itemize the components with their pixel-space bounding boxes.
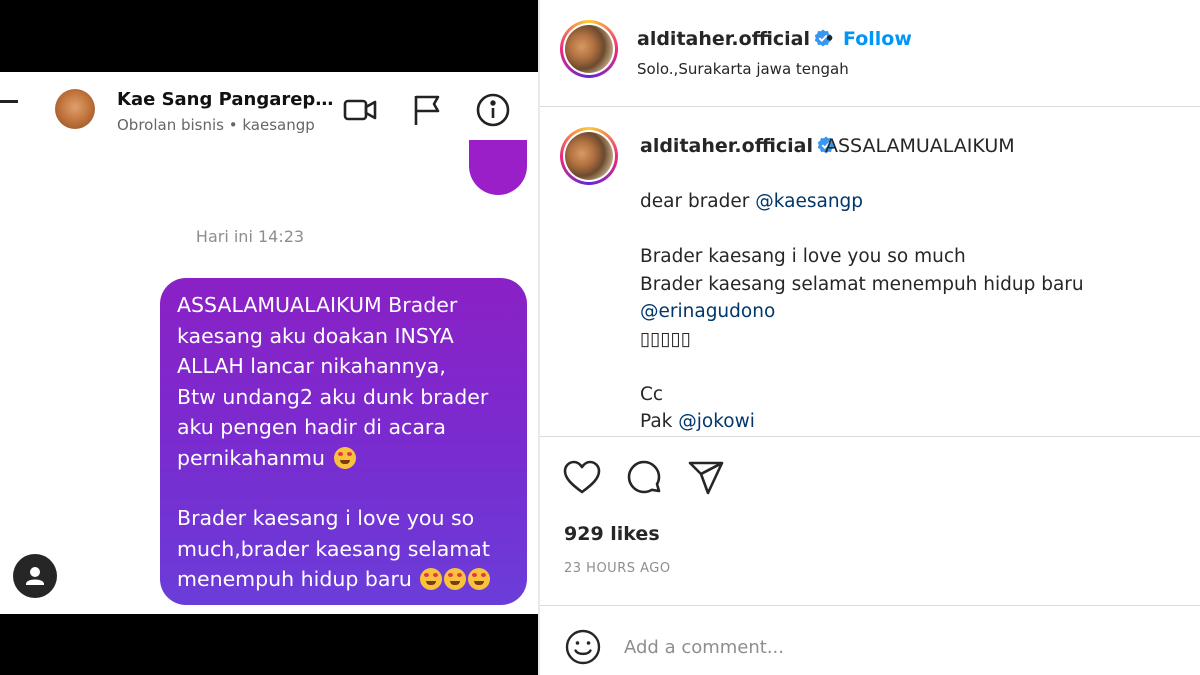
caption-username[interactable]: alditaher.official xyxy=(640,135,835,157)
caption-username-text[interactable]: alditaher.official xyxy=(640,135,813,157)
contact-avatar[interactable] xyxy=(55,89,95,129)
profile-avatar[interactable] xyxy=(560,20,618,78)
smiling-hearts-emoji-icon xyxy=(468,568,491,590)
dm-screenshot-panel: Kae Sang Pangarep… Obrolan bisnis • kaes… xyxy=(0,0,538,675)
contact-name[interactable]: Kae Sang Pangarep… xyxy=(117,89,333,110)
comment-icon[interactable] xyxy=(624,458,664,498)
likes-count[interactable]: 929 likes xyxy=(564,523,660,545)
mention-link[interactable]: @kaesangp xyxy=(755,191,863,212)
emoji-picker-icon[interactable] xyxy=(564,628,602,666)
message-line: menempuh hidup baru xyxy=(177,567,412,591)
message-line: ASSALAMUALAIKUM Brader xyxy=(177,293,458,317)
caption-line: Pak @jokowi xyxy=(640,408,1084,436)
smiling-hearts-emoji-icon xyxy=(444,568,467,590)
message-line: much,brader kaesang selamat xyxy=(177,536,490,561)
smiling-hearts-emoji-icon xyxy=(333,446,356,469)
message-line: ALLAH lancar nikahannya, xyxy=(177,354,446,378)
message-line-emoji: menempuh hidup baru xyxy=(177,564,513,595)
post-username[interactable]: alditaher.official xyxy=(637,28,832,50)
separator-dot: • xyxy=(824,28,836,50)
previous-message-bubble xyxy=(469,140,527,195)
black-bar-bottom xyxy=(0,614,538,675)
post-time-ago: 23 HOURS AGO xyxy=(564,561,671,576)
mention-link[interactable]: @jokowi xyxy=(678,411,755,432)
comment-input[interactable] xyxy=(624,632,1164,662)
caption-first-line: ASSALAMUALAIKUM xyxy=(825,135,1015,157)
follow-button[interactable]: Follow xyxy=(843,28,912,50)
caption-text: Pak xyxy=(640,411,679,432)
heart-icon[interactable] xyxy=(562,458,602,498)
message-bubble[interactable]: ASSALAMUALAIKUM Brader kaesang aku doaka… xyxy=(160,278,527,605)
caption-text: dear brader xyxy=(640,191,756,212)
share-icon[interactable] xyxy=(686,458,726,498)
message-line: aku pengen hadir di acara xyxy=(177,415,446,439)
post-username-text[interactable]: alditaher.official xyxy=(637,28,810,50)
comment-divider xyxy=(540,605,1200,606)
black-bar-top xyxy=(0,0,538,72)
message-line: kaesang aku doakan INSYA xyxy=(177,323,454,348)
caption-line: Brader kaesang i love you so much xyxy=(640,246,966,267)
caption-line: dear brader @kaesangp xyxy=(640,188,1084,216)
caption-body: dear brader @kaesangp Brader kaesang i l… xyxy=(640,188,1084,436)
message-line: pernikahanmu xyxy=(177,445,325,470)
video-call-icon[interactable] xyxy=(342,92,378,128)
back-arrow-icon[interactable] xyxy=(0,100,18,103)
message-line: Brader kaesang i love you so xyxy=(177,506,475,530)
post-location[interactable]: Solo.,Surakarta jawa tengah xyxy=(637,60,849,78)
caption-divider xyxy=(540,436,1200,437)
smiling-hearts-emoji-icon xyxy=(420,568,443,590)
contact-subtitle: Obrolan bisnis • kaesangp xyxy=(117,116,315,134)
info-icon[interactable] xyxy=(475,92,511,128)
caption-line: Brader kaesang selamat menempuh hidup ba… xyxy=(640,273,1084,295)
caption-line: Cc xyxy=(640,383,664,405)
caption-line: ▯▯▯▯▯ xyxy=(640,328,691,350)
caption-avatar[interactable] xyxy=(560,127,618,185)
mention-link[interactable]: @erinagudono xyxy=(640,301,775,322)
instagram-post-panel: alditaher.official • Follow Solo.,Suraka… xyxy=(540,0,1200,675)
message-line-emoji: pernikahanmu xyxy=(177,443,513,474)
header-divider xyxy=(540,106,1200,107)
user-icon[interactable] xyxy=(13,554,57,598)
message-line: Btw undang2 aku dunk brader xyxy=(177,384,489,409)
flag-icon[interactable] xyxy=(409,92,445,128)
message-timestamp: Hari ini 14:23 xyxy=(195,227,305,246)
